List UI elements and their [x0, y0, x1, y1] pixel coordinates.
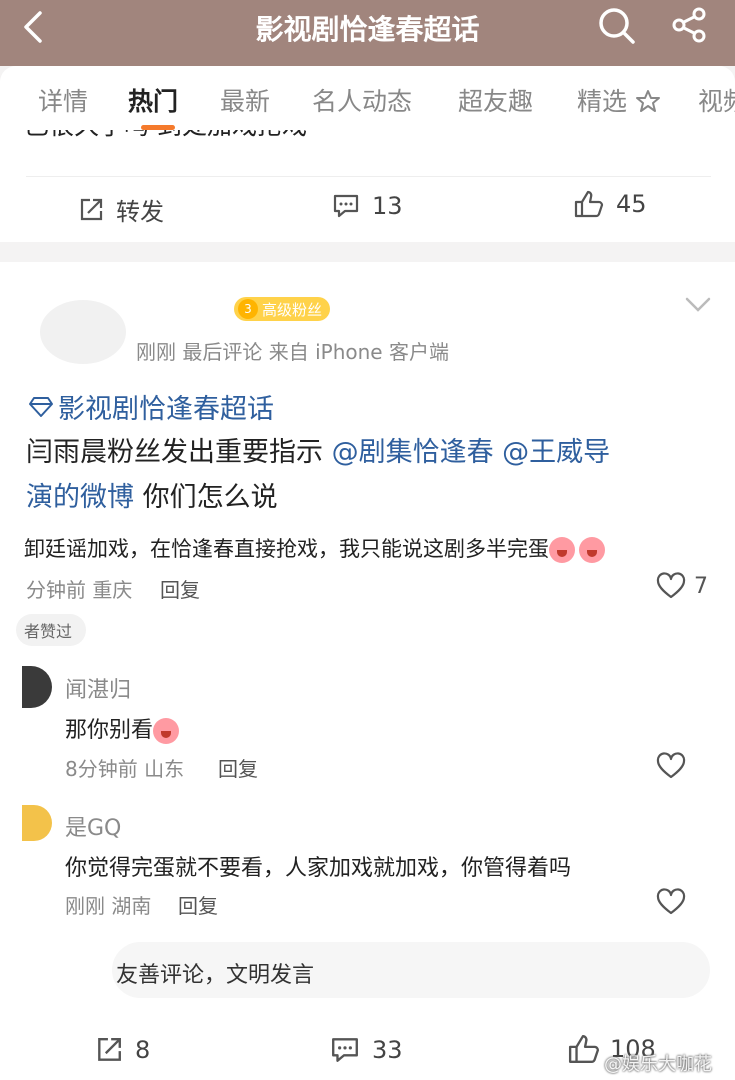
topic-label: 影视剧恰逢春超话	[58, 394, 274, 425]
post-text: 你们怎么说	[134, 482, 278, 513]
reply-location: 山东	[144, 757, 185, 781]
post-meta: 刚刚 最后评论 来自 iPhone 客户端	[136, 340, 449, 364]
reply-username[interactable]: 是GQ	[65, 810, 121, 842]
bottom-comment-button[interactable]: 33	[330, 1036, 403, 1064]
bottom-repost-count: 8	[135, 1036, 151, 1064]
post-text-line-2: 演的微博 你们怎么说	[26, 475, 278, 514]
comment-icon	[332, 1038, 358, 1062]
fan-badge: 3 高级粉丝	[234, 297, 331, 321]
comment-meta: 分钟前 重庆	[26, 578, 133, 602]
reply-text: 那你别看	[65, 718, 154, 743]
comment-like-count: 7	[694, 573, 708, 599]
reply-time: 刚刚	[65, 894, 105, 918]
star-icon	[635, 90, 660, 112]
crying-emoji-icon	[153, 718, 180, 744]
watermark: @娱乐大咖花	[604, 1054, 712, 1075]
bottom-repost-button[interactable]: 8	[95, 1036, 150, 1064]
chevron-down-icon[interactable]	[684, 296, 712, 314]
reply-text-row: 那你别看	[65, 712, 180, 744]
share-icon[interactable]	[670, 5, 710, 45]
crying-emoji-icon	[549, 537, 575, 563]
comment-text-row: 卸廷谣加戏，在恰逢春直接抢戏，我只能说这剧多半完蛋	[24, 533, 605, 563]
bottom-comment-count: 33	[372, 1036, 403, 1064]
divider	[26, 176, 711, 177]
post-text-line-1: 闫雨晨粉丝发出重要指示 @剧集恰逢春 @王威导	[26, 430, 610, 469]
reply-text: 你觉得完蛋就不要看，人家加戏就加戏，你管得着吗	[65, 856, 572, 881]
heart-icon	[656, 572, 686, 599]
comment-text: 卸廷谣加戏，在恰逢春直接抢戏，我只能说这剧多半完蛋	[24, 537, 549, 561]
reply-button[interactable]: 回复	[178, 890, 218, 919]
tab-details[interactable]: 详情	[38, 82, 88, 118]
heart-icon[interactable]	[656, 888, 686, 916]
topic-link[interactable]: 影视剧恰逢春超话	[28, 387, 274, 426]
avatar[interactable]	[40, 300, 126, 364]
comment-count: 13	[372, 192, 403, 220]
comment-input[interactable]: 友善评论，文明发言	[112, 942, 710, 998]
fan-badge-label: 高级粉丝	[262, 300, 323, 319]
reply-username[interactable]: 闻湛归	[65, 672, 131, 704]
tab-featured-label: 精选	[577, 87, 628, 116]
reply-meta: 刚刚 湖南	[65, 890, 151, 919]
crying-emoji-icon	[579, 537, 605, 563]
like-count: 45	[616, 190, 647, 218]
search-icon[interactable]	[596, 5, 636, 45]
tab-latest[interactable]: 最新	[220, 82, 270, 118]
post-text: 闫雨晨粉丝发出重要指示	[26, 437, 332, 468]
repost-icon	[98, 1038, 121, 1061]
tab-celebrity[interactable]: 名人动态	[312, 82, 412, 118]
repost-button[interactable]: 转发	[78, 192, 164, 227]
tab-fun[interactable]: 超友趣	[458, 82, 533, 118]
mention-link[interactable]: @王威导	[494, 437, 610, 468]
thumbs-up-icon	[574, 190, 604, 218]
fan-level: 3	[238, 299, 258, 319]
reply-button[interactable]: 回复	[218, 753, 258, 782]
repost-label: 转发	[116, 198, 164, 226]
comment-input-placeholder: 友善评论，文明发言	[116, 963, 315, 988]
liked-by-badge: 者赞过	[16, 614, 87, 646]
thumbs-up-icon	[568, 1035, 600, 1063]
tab-bar: 详情 热门 最新 名人动态 超友趣 精选 视频	[0, 66, 735, 130]
diamond-icon	[29, 396, 53, 417]
mention-link[interactable]: @剧集恰逢春	[332, 437, 494, 468]
reply-location: 湖南	[111, 894, 152, 918]
comment-button[interactable]: 13	[332, 192, 403, 220]
top-bar: 影视剧恰逢春超话	[0, 0, 735, 66]
like-button[interactable]: 45	[574, 190, 647, 218]
tab-hot[interactable]: 热门	[128, 82, 178, 118]
mention-link[interactable]: 演的微博	[26, 482, 134, 513]
repost-icon	[80, 198, 103, 220]
tab-video[interactable]: 视频	[698, 82, 735, 118]
heart-icon[interactable]	[656, 752, 686, 780]
reply-button[interactable]: 回复	[160, 574, 200, 603]
comment-icon	[333, 194, 359, 218]
reply-time: 8分钟前	[65, 757, 138, 781]
tab-featured[interactable]: 精选	[577, 82, 661, 118]
comment-like-button[interactable]: 7	[656, 572, 708, 600]
reply-meta: 8分钟前 山东	[65, 753, 184, 782]
active-tab-indicator	[141, 125, 175, 130]
